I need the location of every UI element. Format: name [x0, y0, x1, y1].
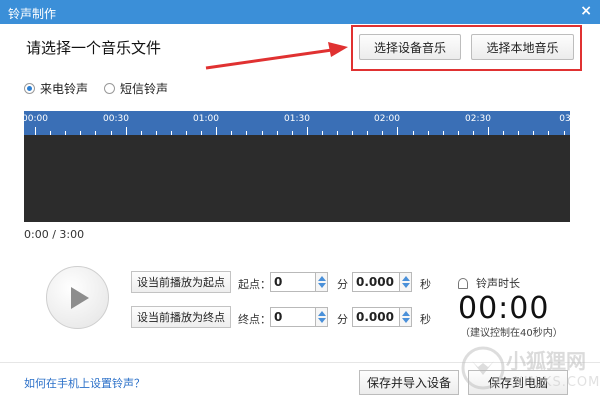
timeline-label: 02:30: [465, 114, 491, 124]
watermark-subtext: XHLKS.COM: [514, 375, 600, 390]
stepper-up-icon[interactable]: [318, 311, 326, 316]
second-unit: 秒: [420, 313, 431, 326]
duration-label: 铃声时长: [476, 277, 520, 290]
start-second-stepper[interactable]: [400, 272, 412, 292]
waveform-area[interactable]: [24, 135, 570, 222]
incoming-call-label[interactable]: 来电铃声: [40, 80, 88, 97]
set-start-button[interactable]: 设当前播放为起点: [131, 271, 231, 293]
timeline-label: 01:00: [193, 114, 219, 124]
select-device-music-button[interactable]: 选择设备音乐: [359, 34, 461, 60]
timeline-label: 00:00: [22, 114, 48, 124]
minute-unit: 分: [337, 278, 348, 291]
stepper-up-icon[interactable]: [402, 311, 410, 316]
window-title: 铃声制作: [8, 7, 57, 21]
timeline-label: 01:30: [284, 114, 310, 124]
playback-progress: 0:00 / 3:00: [24, 228, 85, 241]
stepper-down-icon[interactable]: [402, 318, 410, 323]
start-second-input[interactable]: 0.000: [352, 272, 400, 292]
sms-label[interactable]: 短信铃声: [120, 80, 168, 97]
minute-unit: 分: [337, 313, 348, 326]
select-local-music-button[interactable]: 选择本地音乐: [471, 34, 574, 60]
timeline-label: 00:30: [103, 114, 129, 124]
stepper-up-icon[interactable]: [318, 276, 326, 281]
timeline-tick: [488, 127, 489, 135]
help-link[interactable]: 如何在手机上设置铃声？: [24, 375, 145, 391]
end-minute-input[interactable]: 0: [270, 307, 316, 327]
end-minute-stepper[interactable]: [316, 307, 328, 327]
watermark-text: 小狐狸网: [506, 349, 586, 373]
timeline-tick: [35, 127, 36, 135]
play-icon: [71, 287, 89, 309]
stepper-up-icon[interactable]: [402, 276, 410, 281]
save-import-button[interactable]: 保存并导入设备: [359, 370, 459, 395]
end-label: 终点：: [238, 313, 271, 326]
timeline-label: 02:00: [374, 114, 400, 124]
title-bar: 铃声制作 ×: [0, 0, 600, 24]
incoming-call-radio[interactable]: [24, 83, 35, 94]
duration-header: 铃声时长: [458, 275, 520, 291]
start-minute-stepper[interactable]: [316, 272, 328, 292]
play-button[interactable]: [46, 266, 109, 329]
timeline-label: 03: [559, 114, 571, 124]
timeline-tick: [216, 127, 217, 135]
bell-icon: [458, 277, 468, 289]
timeline-ruler[interactable]: 00:00 00:30 01:00 01:30 02:00 02:30 03: [22, 111, 571, 135]
stepper-down-icon[interactable]: [318, 283, 326, 288]
stepper-down-icon[interactable]: [402, 283, 410, 288]
fox-logo-icon: [461, 346, 505, 390]
timeline-tick: [397, 127, 398, 135]
start-label: 起点：: [238, 278, 271, 291]
stepper-down-icon[interactable]: [318, 318, 326, 323]
timeline-tick: [307, 127, 308, 135]
watermark: 小狐狸网 XHLKS.COM: [458, 333, 600, 407]
close-icon[interactable]: ×: [580, 3, 592, 19]
start-minute-input[interactable]: 0: [270, 272, 316, 292]
timeline-tick: [126, 127, 127, 135]
page-heading: 请选择一个音乐文件: [26, 39, 162, 57]
set-end-button[interactable]: 设当前播放为终点: [131, 306, 231, 328]
end-second-input[interactable]: 0.000: [352, 307, 400, 327]
sms-radio[interactable]: [104, 83, 116, 94]
duration-value: 00:00: [458, 291, 550, 326]
annotation-arrow: [205, 42, 348, 70]
ring-type-group: 来电铃声 短信铃声: [24, 80, 184, 97]
second-unit: 秒: [420, 278, 431, 291]
end-second-stepper[interactable]: [400, 307, 412, 327]
